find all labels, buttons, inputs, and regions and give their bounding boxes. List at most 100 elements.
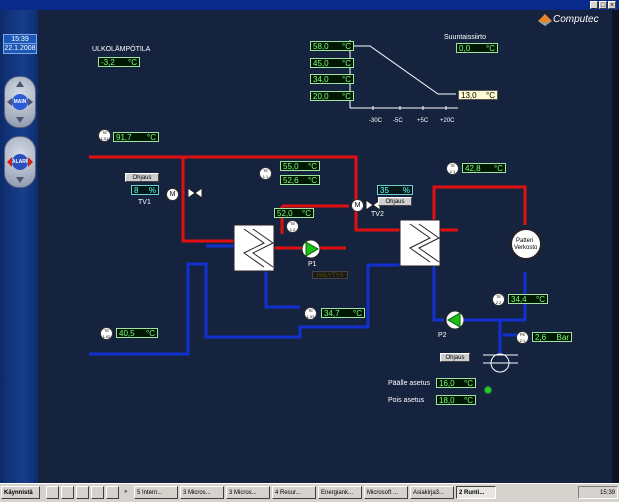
te12-tag: TE 1.2 — [286, 220, 299, 233]
tv1-actuator-icon[interactable]: M — [166, 188, 179, 201]
maximize-button[interactable]: □ — [599, 1, 607, 9]
pe21-tag: PE 2.1 — [516, 331, 529, 344]
outlook-quicklaunch-icon[interactable] — [61, 486, 74, 499]
nav-arrows-icon — [7, 81, 33, 123]
radiator-label-1: Patteri — [516, 238, 534, 244]
curve-point-3-unit: °C — [342, 75, 351, 84]
excel-quicklaunch-icon[interactable] — [91, 486, 104, 499]
curve-min-unit: °C — [486, 91, 495, 100]
brand-name: Computec — [553, 14, 599, 25]
taskbar-item-2[interactable]: 3 Micros... — [180, 486, 224, 499]
te11-unit-a: °C — [308, 162, 317, 171]
date-display: 22.1.2008 — [3, 43, 37, 54]
curve-point-2[interactable]: 45,0 °C — [310, 58, 354, 68]
taskbar-item-7[interactable]: Asiakirja3... — [410, 486, 454, 499]
te102-tag: TE 1.02 — [100, 327, 113, 340]
te11-unit-b: °C — [308, 176, 317, 185]
right-border — [612, 10, 619, 483]
computec-logo-icon — [538, 14, 552, 26]
te22-tag: TE 2.2 — [492, 293, 505, 306]
curve-min-value[interactable]: 13,0 °C — [458, 90, 498, 100]
taskbar-item-5[interactable]: Energiank... — [318, 486, 362, 499]
radiator-network-icon[interactable]: Patteri Verkosto — [510, 228, 542, 260]
te22-value: 34,4 °C — [508, 294, 548, 304]
on-setpoint-number: 16,0 — [439, 379, 455, 388]
curve-point-1-unit: °C — [342, 42, 351, 51]
minimize-button[interactable]: _ — [590, 1, 598, 9]
off-setpoint-label: Pois asetus — [388, 397, 425, 404]
te103-value: 34,7 °C — [321, 308, 365, 318]
pe21-number: 2,6 — [535, 333, 547, 342]
te21-unit: °C — [494, 164, 503, 173]
off-setpoint-value[interactable]: 18,0 °C — [436, 395, 476, 405]
te11-tag: TE 1.1 — [259, 167, 272, 180]
pump-p2-icon[interactable] — [444, 309, 466, 331]
te21-tag: TE 2.1 — [446, 162, 459, 175]
process-view: ULKOLÄMPÖTILA -3,2 °C 58,0 °C 45,0 °C 34,0 °… — [38, 10, 612, 483]
outdoor-temp-unit: °C — [128, 58, 137, 67]
pump-p1-icon[interactable] — [300, 238, 322, 260]
curve-point-4-unit: °C — [342, 92, 351, 101]
curve-tick-3: +5C — [417, 118, 429, 124]
te11-number-a: 55,0 — [283, 162, 299, 171]
off-setpoint-unit: °C — [464, 396, 473, 405]
te11-number-b: 52,6 — [283, 176, 299, 185]
taskbar: Käynnistä » 5 Intern... 3 Micros... 3 Mi… — [0, 483, 619, 502]
taskbar-item-1[interactable]: 5 Intern... — [134, 486, 178, 499]
side-panel: 15:39 22.1.2008 MAIN ALARM — [0, 10, 38, 483]
curve-point-3[interactable]: 34,0 °C — [310, 74, 354, 84]
taskbar-item-8[interactable]: 2 Runti... — [456, 486, 496, 499]
taskbar-item-4[interactable]: 4 Resur... — [272, 486, 316, 499]
te102-unit: °C — [146, 329, 155, 338]
tv2-position-unit: % — [402, 186, 410, 195]
curve-tick-1: -30C — [369, 118, 383, 124]
ie-quicklaunch-icon[interactable] — [46, 486, 59, 499]
curve-point-1[interactable]: 58,0 °C — [310, 41, 354, 51]
te101-value: 91,7 °C — [113, 132, 159, 142]
outdoor-temp-value: -3,2 °C — [98, 57, 140, 67]
tv2-position: 35% — [377, 185, 413, 195]
parallel-shift-title: Suuntaissiirto — [444, 34, 487, 41]
navigation-wheel[interactable]: MAIN — [4, 76, 36, 128]
pressure-control-button[interactable]: Ohjaus — [440, 353, 470, 362]
system-tray: 15:39 — [578, 486, 618, 499]
te102-value: 40,5 °C — [116, 328, 158, 338]
radiator-label-2: Verkosto — [514, 245, 538, 251]
on-setpoint-value[interactable]: 16,0 °C — [436, 378, 476, 388]
tv2-actuator-icon[interactable]: M — [351, 199, 364, 212]
te21-number: 42,8 — [465, 164, 481, 173]
quicklaunch-more[interactable]: » — [122, 486, 132, 499]
pe21-value: 2,6 Bar — [532, 332, 572, 342]
word-quicklaunch-icon[interactable] — [76, 486, 89, 499]
tv1-position: 8% — [131, 185, 159, 195]
tv1-control-button[interactable]: Ohjaus — [125, 173, 159, 182]
taskbar-item-6[interactable]: Microsoft ... — [364, 486, 408, 499]
te11-value-b: 52,6 °C — [280, 175, 320, 185]
start-button[interactable]: Käynnistä — [1, 486, 40, 499]
taskbar-item-3[interactable]: 3 Micros... — [226, 486, 270, 499]
te21-value: 42,8 °C — [462, 163, 506, 173]
curve-point-4[interactable]: 20,0 °C — [310, 91, 354, 101]
te103-number: 34,7 — [324, 309, 340, 318]
te12-value: 52,0 °C — [274, 208, 314, 218]
curve-point-1-value: 58,0 — [313, 42, 329, 51]
tv2-control-button[interactable]: Ohjaus — [378, 197, 412, 206]
close-button[interactable]: × — [608, 1, 616, 9]
alarm-wheel[interactable]: ALARM — [4, 136, 36, 188]
te22-unit: °C — [536, 295, 545, 304]
pump-p1-alarm: HÄLYTYS — [312, 271, 348, 279]
tv2-position-number: 35 — [380, 186, 389, 195]
desktop-quicklaunch-icon[interactable] — [106, 486, 119, 499]
te101-number: 91,7 — [116, 133, 132, 142]
curve-point-4-value: 20,0 — [313, 92, 329, 101]
curve-point-3-value: 34,0 — [313, 75, 329, 84]
on-setpoint-label: Päälle asetus — [388, 380, 431, 387]
status-led — [485, 387, 491, 393]
alarm-arrows-icon — [7, 157, 33, 183]
curve-tick-2: -5C — [393, 118, 403, 124]
parallel-shift-value[interactable]: 0,0 °C — [456, 43, 498, 53]
te101-unit: °C — [147, 133, 156, 142]
outdoor-temp-number: -3,2 — [101, 58, 115, 67]
parallel-shift-unit: °C — [486, 44, 495, 53]
tv1-position-unit: % — [148, 186, 156, 195]
